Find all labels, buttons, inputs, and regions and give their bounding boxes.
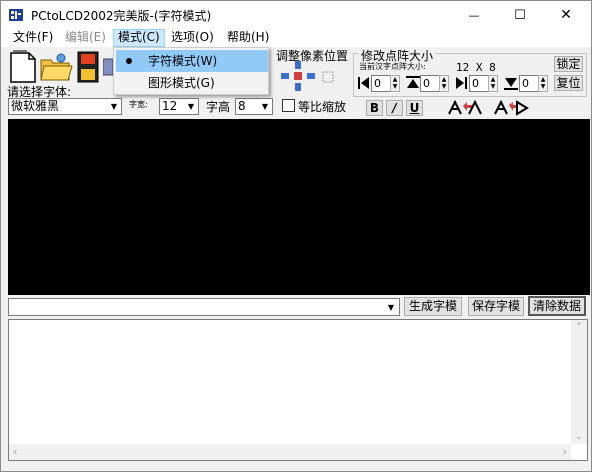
italic-button[interactable]: / bbox=[386, 100, 403, 116]
clear-label: 清除数据 bbox=[532, 299, 581, 313]
output-textarea[interactable]: ⌃ ⌄ ‹ › bbox=[8, 319, 588, 461]
scroll-up-icon[interactable]: ⌃ bbox=[575, 322, 583, 332]
vertical-scrollbar[interactable]: ⌃ ⌄ bbox=[571, 320, 587, 444]
bold-label: B bbox=[369, 101, 380, 115]
expand-bottom-icon bbox=[504, 78, 518, 90]
bold-button[interactable]: B bbox=[366, 100, 383, 116]
menu-item-char-mode[interactable]: 字符模式(W) bbox=[116, 50, 268, 72]
chevron-down-icon: ▼ bbox=[110, 102, 118, 111]
menu-edit[interactable]: 编辑(E) bbox=[61, 29, 110, 47]
current-size-label: 当前汉字点阵大小: bbox=[359, 62, 426, 71]
new-file-icon[interactable] bbox=[7, 50, 39, 84]
char-height-label: 字高 bbox=[206, 100, 231, 114]
save-disk-icon[interactable] bbox=[77, 51, 99, 83]
close-button[interactable]: ✕ bbox=[543, 1, 589, 29]
italic-label: / bbox=[392, 101, 397, 115]
chevron-down-icon: ▼ bbox=[387, 302, 395, 312]
clear-button[interactable]: 清除数据 bbox=[528, 296, 586, 316]
horizontal-scrollbar[interactable]: ‹ › bbox=[9, 444, 571, 460]
right-spin[interactable]: 0 ▲ ▼ bbox=[469, 75, 498, 92]
lock-button[interactable]: 锁定 bbox=[554, 56, 583, 72]
mode-dropdown: 字符模式(W) 图形模式(G) bbox=[113, 47, 269, 95]
proportional-checkbox[interactable] bbox=[282, 99, 295, 112]
menu-file[interactable]: 文件(F) bbox=[9, 29, 57, 47]
left-spin[interactable]: 0 ▲ ▼ bbox=[371, 75, 400, 92]
font-select-value: 微软雅黑 bbox=[11, 99, 60, 113]
generate-label: 生成字模 bbox=[408, 299, 457, 313]
print-icon[interactable] bbox=[103, 57, 113, 77]
menu-bar: 文件(F) 编辑(E) 模式(C) 选项(O) 帮助(H) bbox=[1, 29, 591, 47]
minimize-button[interactable]: — bbox=[451, 1, 497, 29]
maximize-button[interactable]: ☐ bbox=[497, 1, 543, 29]
maximize-icon: ☐ bbox=[514, 7, 526, 23]
menu-item-graphic-mode[interactable]: 图形模式(G) bbox=[116, 72, 268, 94]
chevron-down-icon: ▼ bbox=[187, 102, 195, 111]
minimize-icon: — bbox=[468, 8, 480, 22]
menu-help[interactable]: 帮助(H) bbox=[223, 29, 273, 47]
lock-label: 锁定 bbox=[556, 57, 581, 71]
shrink-top-icon bbox=[406, 76, 420, 88]
close-icon: ✕ bbox=[560, 7, 572, 23]
spin-arrows-icon[interactable]: ▲ ▼ bbox=[439, 75, 449, 92]
menu-options[interactable]: 选项(O) bbox=[167, 29, 218, 47]
save-font-label: 保存字模 bbox=[471, 299, 520, 313]
scroll-down-icon[interactable]: ⌄ bbox=[575, 432, 583, 442]
char-width-label: 字宽: bbox=[129, 100, 148, 109]
graphic-mode-label: 图形模式(G) bbox=[148, 76, 215, 90]
pixel-arrows-icon[interactable] bbox=[279, 61, 345, 95]
spin-arrows-icon[interactable]: ▲ ▼ bbox=[488, 75, 498, 92]
top-spin[interactable]: 0 ▲ ▼ bbox=[420, 75, 449, 92]
char-mode-label: 字符模式(W) bbox=[148, 54, 218, 68]
bottom-spin[interactable]: 0 ▲ ▼ bbox=[519, 75, 548, 92]
right-spin-value: 0 bbox=[472, 77, 479, 90]
radio-bullet-icon bbox=[126, 58, 132, 64]
left-spin-value: 0 bbox=[374, 77, 381, 90]
current-size-value: 12 X 8 bbox=[456, 61, 496, 74]
title-bar: PCtoLCD2002完美版-(字符模式) — ☐ ✕ bbox=[1, 1, 591, 29]
restore-button[interactable]: 复位 bbox=[554, 75, 583, 91]
scroll-right-icon[interactable]: › bbox=[563, 445, 567, 458]
underline-label: U bbox=[409, 101, 420, 115]
bottom-spin-value: 0 bbox=[522, 77, 529, 90]
top-spin-value: 0 bbox=[423, 77, 430, 90]
app-window: PCtoLCD2002完美版-(字符模式) — ☐ ✕ 文件(F) 编辑(E) … bbox=[0, 0, 592, 472]
scroll-left-icon[interactable]: ‹ bbox=[13, 445, 17, 458]
open-folder-icon[interactable] bbox=[39, 52, 73, 82]
char-height-value: 8 bbox=[238, 99, 246, 113]
restore-label: 复位 bbox=[556, 76, 581, 90]
save-font-button[interactable]: 保存字模 bbox=[468, 297, 524, 316]
flip-horizontal-icon[interactable] bbox=[447, 100, 483, 116]
spin-arrows-icon[interactable]: ▲ ▼ bbox=[538, 75, 548, 92]
font-preview-canvas[interactable] bbox=[8, 119, 590, 295]
toolbar: 调整像素位置 修改点阵大小 当前汉字点阵大小: 12 X 8 锁定 复位 0 ▲ ▼… bbox=[1, 47, 591, 119]
char-height-select[interactable]: 8 ▼ bbox=[235, 98, 273, 115]
generate-button[interactable]: 生成字模 bbox=[404, 297, 462, 316]
shrink-left-icon bbox=[358, 77, 369, 89]
expand-right-icon bbox=[456, 77, 467, 89]
flip-vertical-icon[interactable] bbox=[493, 100, 529, 116]
proportional-label: 等比缩放 bbox=[298, 100, 347, 114]
app-icon bbox=[9, 9, 23, 21]
font-select[interactable]: 微软雅黑 ▼ bbox=[8, 98, 122, 115]
char-width-value: 12 bbox=[162, 99, 178, 113]
underline-button[interactable]: U bbox=[406, 100, 423, 116]
chevron-down-icon: ▼ bbox=[261, 102, 269, 111]
menu-mode[interactable]: 模式(C) bbox=[113, 29, 165, 47]
spin-arrows-icon[interactable]: ▲ ▼ bbox=[390, 75, 400, 92]
window-title: PCtoLCD2002完美版-(字符模式) bbox=[31, 9, 212, 23]
char-width-select[interactable]: 12 ▼ bbox=[159, 98, 199, 115]
data-select[interactable]: ▼ bbox=[8, 298, 400, 316]
